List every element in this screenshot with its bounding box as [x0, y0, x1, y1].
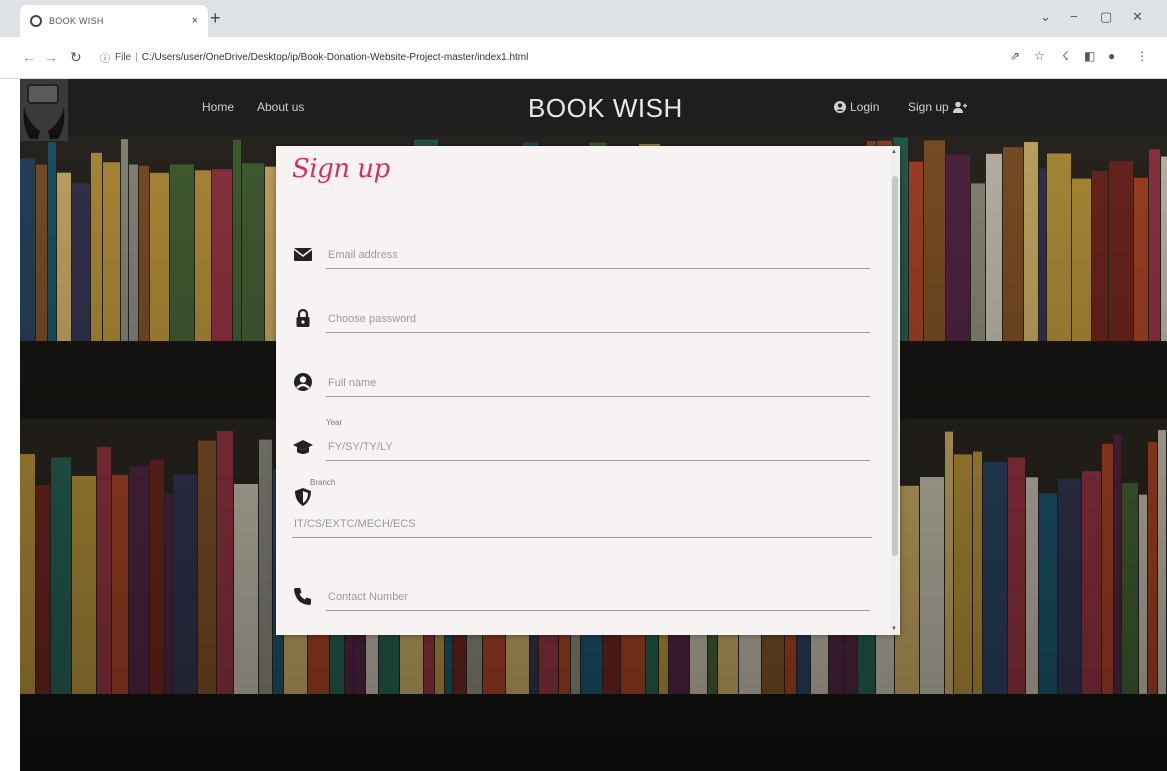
address-bar: ← → ↻ ⓘ File | C:/Users/user/OneDrive/De…: [0, 37, 1167, 79]
page-viewport: Home About us BOOK WISH Login Sign up Si…: [20, 79, 1167, 771]
profile-icon[interactable]: ●: [1108, 49, 1115, 63]
fullname-field-group: [292, 368, 870, 412]
branch-field-group: Branch: [292, 476, 872, 538]
year-field-group: Year: [292, 418, 870, 462]
url-field[interactable]: ⓘ File | C:/Users/user/OneDrive/Desktop/…: [100, 43, 990, 71]
info-icon[interactable]: ⓘ: [100, 50, 110, 65]
back-icon[interactable]: ←: [22, 49, 36, 65]
tab-search-button[interactable]: ⌄: [1040, 9, 1051, 25]
maximize-button[interactable]: ▢: [1100, 9, 1112, 25]
nav-home-link[interactable]: Home: [202, 100, 234, 114]
branch-field[interactable]: [292, 511, 872, 538]
user-circle-icon: [834, 101, 846, 113]
extension-icon[interactable]: ☇: [1062, 49, 1069, 63]
user-plus-icon: [952, 101, 967, 113]
tab-close-button[interactable]: ×: [192, 15, 198, 27]
browser-tab[interactable]: BOOK WISH ×: [20, 5, 208, 37]
year-label: Year: [326, 418, 343, 427]
email-field-group: [292, 240, 870, 284]
scroll-down-arrow[interactable]: ▼: [891, 626, 897, 632]
forward-icon[interactable]: →: [44, 49, 58, 65]
new-tab-button[interactable]: +: [210, 8, 221, 28]
scroll-up-arrow[interactable]: ▲: [891, 149, 897, 155]
envelope-icon: [293, 248, 313, 261]
graduation-cap-icon: [293, 440, 313, 454]
contact-field[interactable]: [326, 584, 870, 611]
book-wish-logo[interactable]: [20, 79, 68, 141]
scroll-thumb[interactable]: [892, 176, 898, 556]
password-field-group: [292, 304, 870, 348]
signup-modal: Sign up Email address Full name Year FY/…: [276, 146, 900, 635]
url-scheme-label: File: [115, 51, 132, 63]
modal-scrollbar[interactable]: ▲ ▼: [890, 146, 900, 635]
nav-signup-link[interactable]: Sign up: [908, 100, 967, 114]
phone-icon: [294, 588, 311, 605]
reload-icon[interactable]: ↻: [70, 49, 82, 66]
password-field[interactable]: [326, 306, 870, 333]
tab-strip: BOOK WISH × + ⌄ − ▢ ✕: [0, 0, 1167, 37]
star-icon[interactable]: ☆: [1034, 49, 1045, 63]
sidepanel-icon[interactable]: ◧: [1084, 49, 1095, 63]
user-circle-icon: [294, 373, 312, 391]
site-brand[interactable]: BOOK WISH: [528, 93, 683, 124]
email-field[interactable]: [326, 242, 870, 269]
year-field[interactable]: [326, 434, 870, 461]
menu-icon[interactable]: ⋮: [1136, 49, 1148, 63]
globe-icon: [30, 15, 42, 27]
shield-icon: [295, 488, 311, 506]
nav-login-label: Login: [850, 100, 880, 114]
minimize-button[interactable]: −: [1070, 9, 1078, 24]
url-separator: |: [135, 51, 138, 63]
nav-signup-label: Sign up: [908, 100, 949, 114]
share-icon[interactable]: ⇗: [1010, 49, 1020, 63]
fullname-field[interactable]: [326, 370, 870, 397]
nav-login-link[interactable]: Login: [834, 100, 879, 114]
lock-icon: [296, 308, 310, 327]
contact-field-group: [292, 582, 870, 626]
tab-title: BOOK WISH: [49, 16, 104, 26]
close-window-button[interactable]: ✕: [1132, 9, 1143, 25]
url-text[interactable]: C:/Users/user/OneDrive/Desktop/ip/Book-D…: [142, 52, 529, 63]
site-navbar: Home About us BOOK WISH Login Sign up: [20, 79, 1167, 141]
signup-title: Sign up: [292, 154, 390, 184]
nav-about-link[interactable]: About us: [257, 100, 304, 114]
